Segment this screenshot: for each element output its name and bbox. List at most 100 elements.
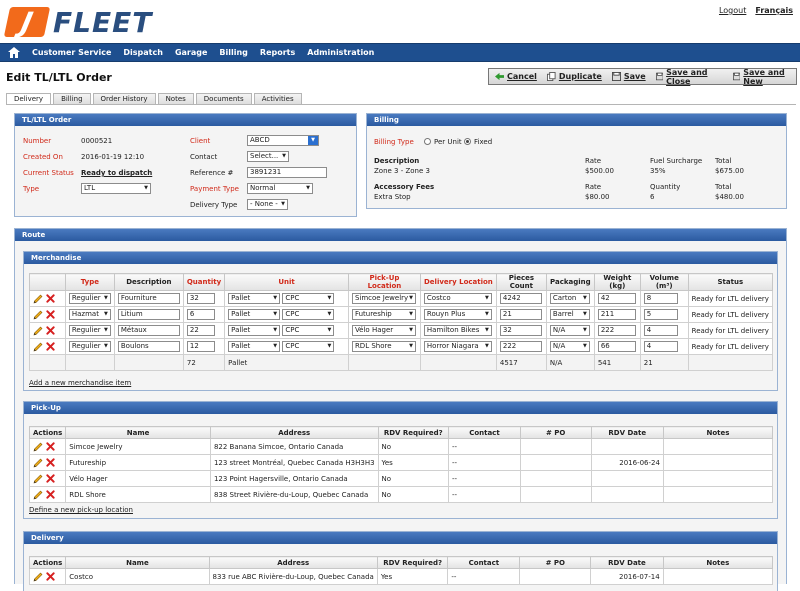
save-button[interactable]: Save [611,72,646,81]
delete-x-icon[interactable] [46,326,55,335]
nav-garage[interactable]: Garage [175,48,207,57]
quantity-input[interactable]: 12 [186,341,215,352]
unit-select[interactable]: Pallet [228,325,281,336]
col-packaging: Packaging [545,273,595,291]
weight-input[interactable]: 42 [597,293,636,304]
add-pickup-link[interactable]: Define a new pick-up location [29,506,133,514]
description-input[interactable]: Fourniture [117,293,180,304]
save-and-close-button[interactable]: Save and Close [655,68,723,86]
pencil-icon[interactable] [33,310,43,320]
type-select[interactable]: Regulier [68,293,111,304]
pickup-location-select[interactable]: RDL Shore [351,341,416,352]
weight-input[interactable]: 211 [597,309,636,320]
rdv-required: No [381,442,392,451]
nav-dispatch[interactable]: Dispatch [123,48,163,57]
pickup-location-select[interactable]: Futureship [351,309,416,320]
type-select[interactable]: LTL [81,183,151,194]
pencil-icon[interactable] [33,294,43,304]
unit-select[interactable]: Pallet [228,293,281,304]
tab-billing[interactable]: Billing [53,93,91,104]
nav-billing[interactable]: Billing [219,48,248,57]
delivery-location-select[interactable]: Hamilton Bikes [423,325,492,336]
delete-x-icon[interactable] [46,294,55,303]
pencil-icon[interactable] [33,458,43,468]
packaging-select[interactable]: N/A [549,325,590,336]
status-text: Ready for LTL delivery [691,294,769,303]
type-select[interactable]: Regulier [68,325,111,336]
cancel-button[interactable]: Cancel [495,72,537,81]
pieces-input[interactable]: 4242 [499,293,542,304]
fixed-radio[interactable] [464,138,471,145]
unit-select[interactable]: Pallet [228,341,281,352]
language-link[interactable]: Français [755,6,793,15]
tab-order-history[interactable]: Order History [92,93,156,104]
description-input[interactable]: Boulons [117,341,180,352]
per-unit-radio[interactable] [424,138,431,145]
packaging-select[interactable]: Carton [549,293,590,304]
unit-system-select[interactable]: CPC [282,341,335,352]
quantity-input[interactable]: 32 [186,293,215,304]
contact-select[interactable]: Select... [247,151,289,162]
type-select[interactable]: Hazmat [68,309,111,320]
pieces-input[interactable]: 32 [499,325,542,336]
save-and-new-button[interactable]: Save and New [732,68,796,86]
pencil-icon[interactable] [33,490,43,500]
packaging-select[interactable]: Barrel [549,309,590,320]
pickup-panel: Pick-Up Actions Name Address RDV Require… [23,401,778,519]
add-merchandise-link[interactable]: Add a new merchandise item [29,379,131,387]
nav-customer-service[interactable]: Customer Service [32,48,111,57]
delivery-location-select[interactable]: Horror Niagara [423,341,492,352]
delivery-type-select[interactable]: - None - [247,199,288,210]
home-icon[interactable] [8,47,22,59]
tab-activities[interactable]: Activities [253,93,302,104]
delete-x-icon[interactable] [46,310,55,319]
volume-input[interactable]: 5 [643,309,678,320]
payment-select[interactable]: Normal [247,183,313,194]
duplicate-button[interactable]: Duplicate [546,72,602,81]
delivery-location-select[interactable]: Rouyn Plus [423,309,492,320]
volume-input[interactable]: 4 [643,341,678,352]
pencil-icon[interactable] [33,474,43,484]
unit-system-select[interactable]: CPC [282,325,335,336]
volume-input[interactable]: 8 [643,293,678,304]
delete-x-icon[interactable] [46,474,55,483]
weight-input[interactable]: 66 [597,341,636,352]
pencil-icon[interactable] [33,326,43,336]
quantity-input[interactable]: 22 [186,325,215,336]
pickup-location-select[interactable]: Vélo Hager [351,325,416,336]
reference-input[interactable]: 3891231 [247,167,327,178]
delete-x-icon[interactable] [46,442,55,451]
unit-system-select[interactable]: CPC [282,293,335,304]
description-input[interactable]: Litium [117,309,180,320]
description-input[interactable]: Métaux [117,325,180,336]
unit-system-select[interactable]: CPC [282,309,335,320]
nav-administration[interactable]: Administration [307,48,374,57]
delivery-location-select[interactable]: Costco [423,293,492,304]
packaging-select[interactable]: N/A [549,341,590,352]
delete-x-icon[interactable] [46,342,55,351]
weight-input[interactable]: 222 [597,325,636,336]
delete-x-icon[interactable] [46,572,55,581]
delete-x-icon[interactable] [46,490,55,499]
client-value: ABCD [250,136,270,144]
col-name: Name [65,426,211,439]
pencil-icon[interactable] [33,442,43,452]
tab-notes[interactable]: Notes [157,93,194,104]
quantity-input[interactable]: 6 [186,309,215,320]
logout-link[interactable]: Logout [719,6,746,15]
pencil-icon[interactable] [33,342,43,352]
pencil-icon[interactable] [33,572,43,582]
acc-total-value: $480.00 [715,193,744,201]
pieces-input[interactable]: 222 [499,341,542,352]
nav-reports[interactable]: Reports [260,48,295,57]
status-link[interactable]: Ready to dispatch [81,169,152,177]
pickup-location-select[interactable]: Simcoe Jewelry [351,293,416,304]
chevron-down-icon[interactable]: ▼ [308,136,318,145]
pieces-input[interactable]: 21 [499,309,542,320]
type-select[interactable]: Regulier [68,341,111,352]
delete-x-icon[interactable] [46,458,55,467]
unit-select[interactable]: Pallet [228,309,281,320]
volume-input[interactable]: 4 [643,325,678,336]
tab-documents[interactable]: Documents [195,93,252,104]
client-select[interactable]: ABCD ▼ [247,135,319,146]
